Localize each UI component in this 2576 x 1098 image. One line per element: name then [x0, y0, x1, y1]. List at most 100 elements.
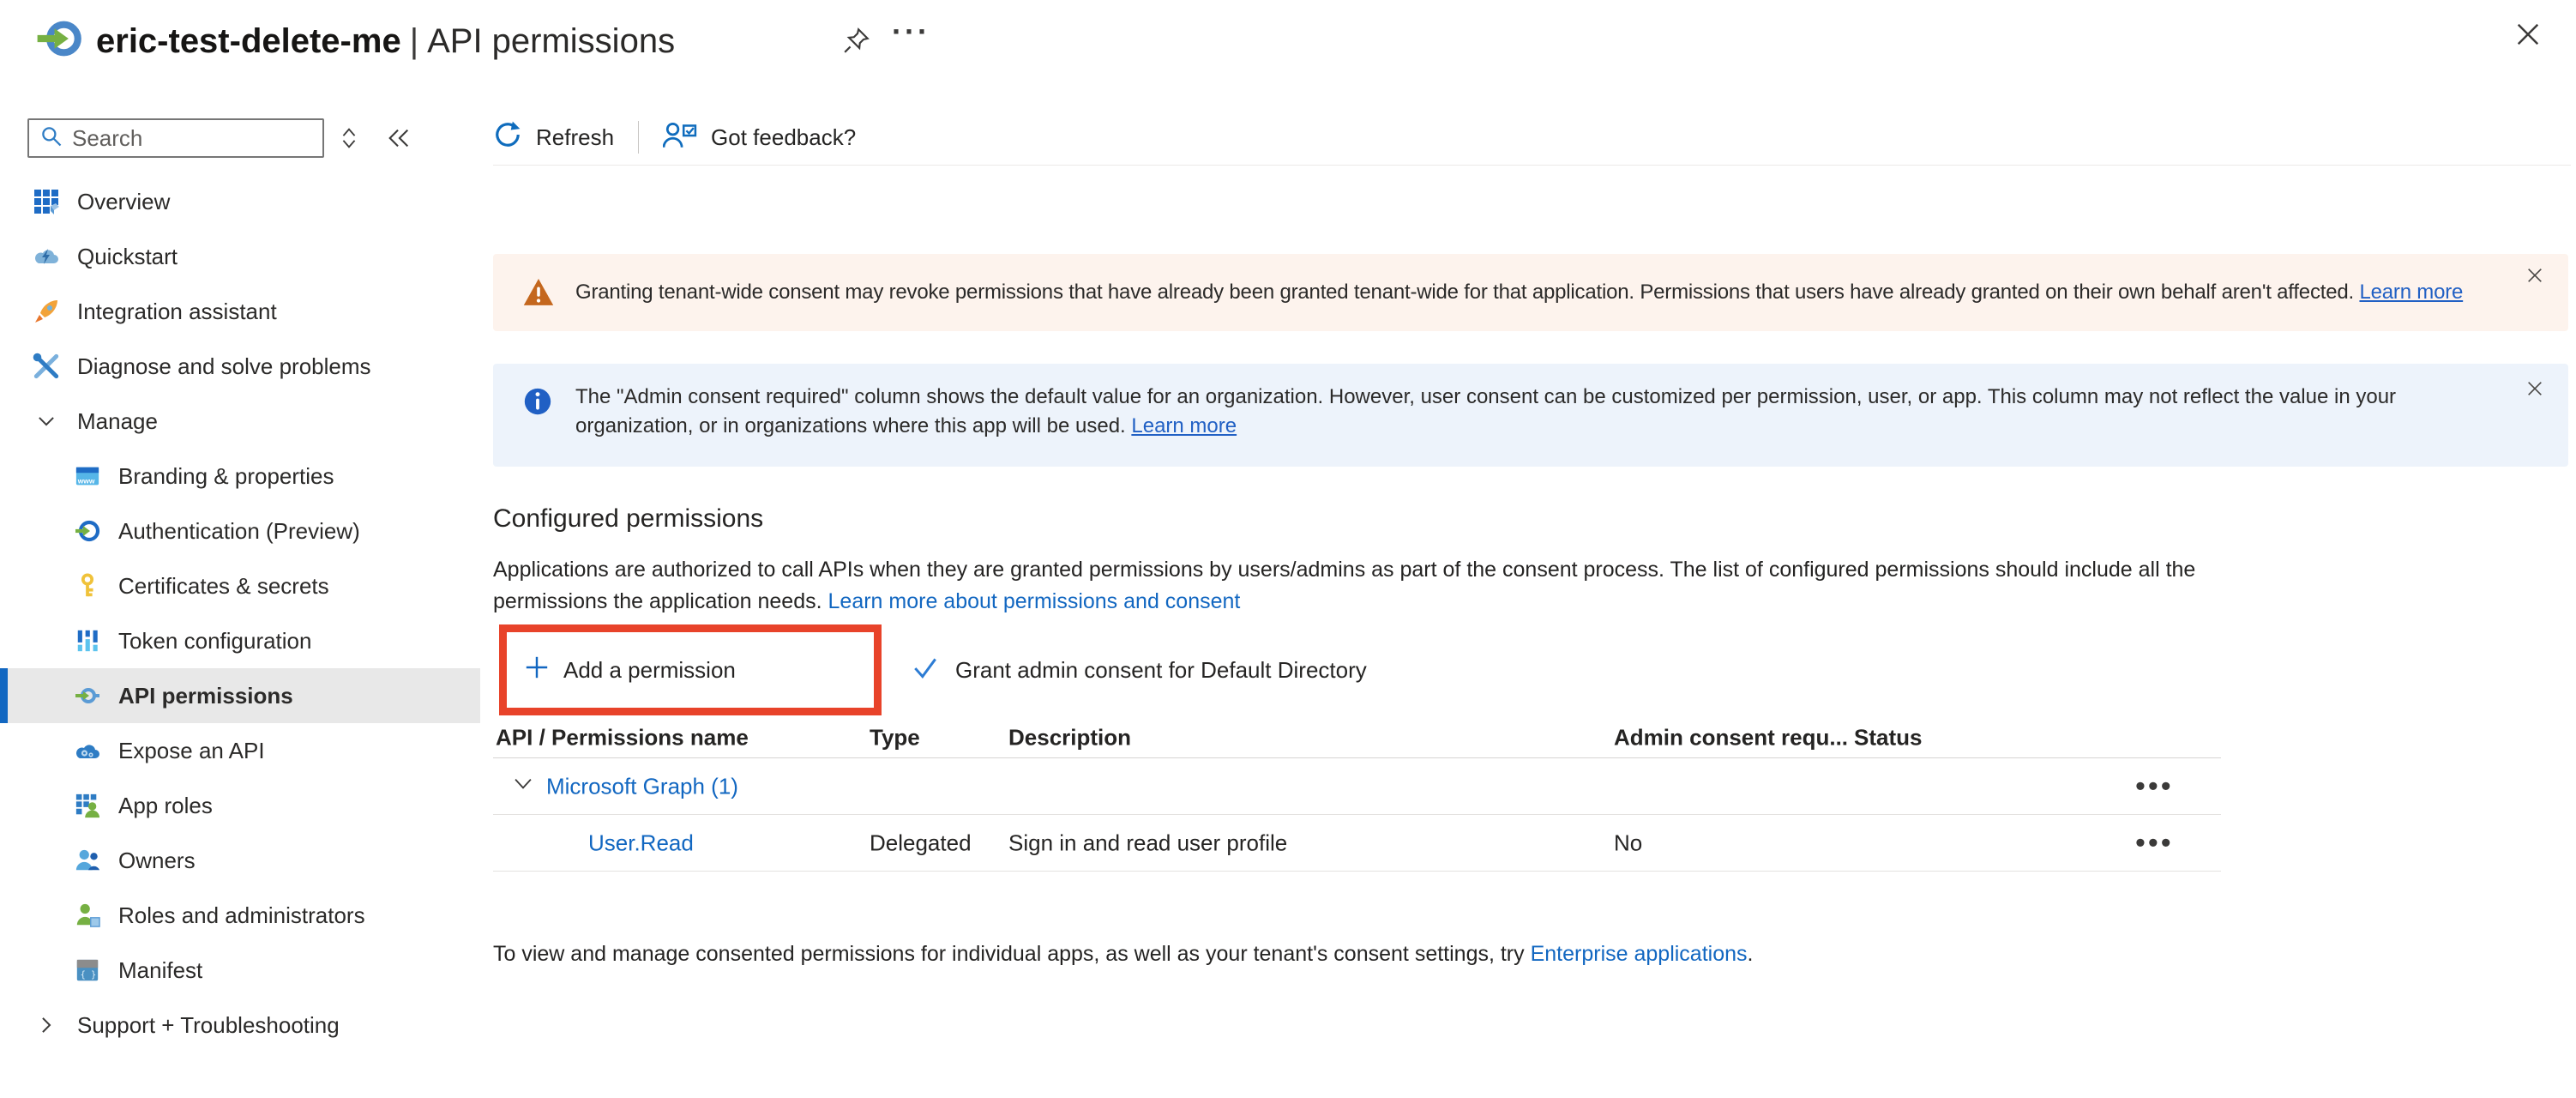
search-icon [39, 124, 63, 153]
sidebar-item-label: Token configuration [118, 628, 311, 655]
permission-admin-consent: No [1614, 830, 1642, 856]
grant-admin-consent-label: Grant admin consent for Default Director… [955, 657, 1367, 684]
sidebar-item-integration-assistant[interactable]: Integration assistant [0, 284, 480, 339]
footer-suffix: . [1748, 942, 1754, 966]
people-icon [72, 848, 103, 873]
api-permissions-app-icon [34, 14, 84, 68]
sidebar-item-label: Branding & properties [118, 463, 334, 490]
sidebar-item-label: Diagnose and solve problems [77, 353, 371, 380]
cloud-gears-icon [72, 737, 103, 764]
footer-note: To view and manage consented permissions… [493, 942, 1753, 967]
permissions-consent-link[interactable]: Learn more about permissions and consent [828, 589, 1241, 613]
sidebar-item-label: Overview [77, 189, 170, 215]
footer-text: To view and manage consented permissions… [493, 942, 1531, 966]
search-input[interactable] [72, 125, 286, 152]
col-status: Status [1854, 724, 1922, 751]
permission-row-more-icon[interactable]: ••• [2135, 826, 2174, 860]
sidebar-item-label: App roles [118, 793, 213, 819]
sidebar-search[interactable] [27, 118, 324, 158]
table-header-row: API / Permissions name Type Description … [493, 717, 2221, 758]
sidebar-item-label: Certificates & secrets [118, 573, 329, 600]
quickstart-icon [31, 243, 62, 270]
sidebar-item-api-permissions[interactable]: API permissions [0, 668, 480, 723]
sidebar-group-manage[interactable]: Manage [0, 394, 480, 449]
feedback-label: Got feedback? [711, 124, 856, 151]
overview-icon [31, 188, 62, 215]
sidebar-nav: Overview Quickstart Integration assistan… [0, 174, 480, 1053]
sidebar-item-owners[interactable]: Owners [0, 833, 480, 888]
sidebar-group-support[interactable]: Support + Troubleshooting [0, 998, 480, 1053]
refresh-icon [493, 120, 522, 155]
permission-name-link[interactable]: User.Read [588, 830, 694, 856]
warning-icon [522, 276, 555, 313]
warning-close-icon[interactable] [2524, 264, 2546, 291]
reorder-toggle-icon[interactable] [336, 125, 362, 155]
more-options-icon[interactable]: ··· [892, 14, 930, 50]
page-section: API permissions [427, 22, 675, 60]
sidebar-item-expose-api[interactable]: Expose an API [0, 723, 480, 778]
section-description: Applications are authorized to call APIs… [493, 554, 2217, 618]
col-admin-consent: Admin consent requ... [1614, 724, 1848, 751]
warning-message-text: Granting tenant-wide consent may revoke … [575, 281, 2359, 304]
app-name: eric-test-delete-me [96, 22, 401, 60]
sidebar-group-label: Manage [77, 408, 158, 435]
chevron-down-icon [31, 410, 62, 432]
col-type: Type [870, 724, 920, 751]
info-learn-more-link[interactable]: Learn more [1131, 414, 1237, 437]
group-row-more-icon[interactable]: ••• [2135, 769, 2174, 803]
command-bar: Refresh Got feedback? [493, 115, 856, 160]
add-permission-button[interactable]: Add a permission [524, 655, 736, 686]
info-message-text: The "Admin consent required" column show… [575, 385, 2396, 437]
warning-learn-more-link[interactable]: Learn more [2359, 281, 2463, 304]
sidebar-item-label: Roles and administrators [118, 902, 365, 929]
sidebar-item-app-roles[interactable]: App roles [0, 778, 480, 833]
info-message: The "Admin consent required" column show… [575, 385, 2396, 437]
person-cube-icon [72, 902, 103, 928]
svg-text:www: www [77, 476, 95, 485]
sidebar-item-certificates[interactable]: Certificates & secrets [0, 558, 480, 613]
plus-icon [524, 655, 550, 686]
info-icon [522, 386, 553, 421]
pin-icon[interactable] [842, 26, 871, 59]
section-description-text: Applications are authorized to call APIs… [493, 558, 2195, 613]
refresh-button[interactable]: Refresh [493, 120, 614, 155]
feedback-icon [663, 120, 697, 155]
info-close-icon[interactable] [2524, 377, 2546, 404]
group-chevron-down-icon[interactable] [512, 772, 534, 800]
sidebar-item-label: Owners [118, 848, 196, 874]
sidebar-item-label: API permissions [118, 683, 293, 709]
sidebar-item-quickstart[interactable]: Quickstart [0, 229, 480, 284]
sidebar-item-token-configuration[interactable]: Token configuration [0, 613, 480, 668]
permission-description: Sign in and read user profile [1008, 830, 1287, 856]
close-blade-icon[interactable] [2513, 19, 2543, 54]
enterprise-applications-link[interactable]: Enterprise applications [1531, 942, 1748, 966]
col-api-permissions-name: API / Permissions name [496, 724, 749, 751]
sidebar-item-authentication[interactable]: Authentication (Preview) [0, 504, 480, 558]
warning-message: Granting tenant-wide consent may revoke … [575, 278, 2463, 307]
warning-banner: Granting tenant-wide consent may revoke … [493, 254, 2568, 331]
permissions-table: API / Permissions name Type Description … [493, 717, 2221, 872]
sidebar-item-roles-administrators[interactable]: Roles and administrators [0, 888, 480, 943]
feedback-button[interactable]: Got feedback? [663, 120, 856, 155]
rocket-icon [31, 298, 62, 325]
manifest-code-icon: { } [72, 957, 103, 983]
sidebar-item-label: Quickstart [77, 244, 178, 270]
api-permissions-icon [72, 682, 103, 709]
collapse-sidebar-icon[interactable] [386, 125, 412, 155]
sidebar-item-overview[interactable]: Overview [0, 174, 480, 229]
annotation-highlight: Add a permission [499, 624, 882, 715]
svg-text:{ }: { } [81, 969, 97, 980]
key-icon [72, 573, 103, 599]
sidebar-item-manifest[interactable]: { } Manifest [0, 943, 480, 998]
sidebar-item-branding[interactable]: www Branding & properties [0, 449, 480, 504]
info-banner: The "Admin consent required" column show… [493, 364, 2568, 467]
authentication-icon [72, 517, 103, 545]
check-icon [911, 653, 940, 688]
tools-icon [31, 353, 62, 380]
sidebar-item-label: Authentication (Preview) [118, 518, 360, 545]
group-name-link[interactable]: Microsoft Graph (1) [546, 773, 738, 799]
sidebar-item-label: Manifest [118, 957, 202, 984]
sidebar-item-label: Expose an API [118, 738, 265, 764]
sidebar-item-diagnose[interactable]: Diagnose and solve problems [0, 339, 480, 394]
grant-admin-consent-button[interactable]: Grant admin consent for Default Director… [911, 624, 1367, 715]
